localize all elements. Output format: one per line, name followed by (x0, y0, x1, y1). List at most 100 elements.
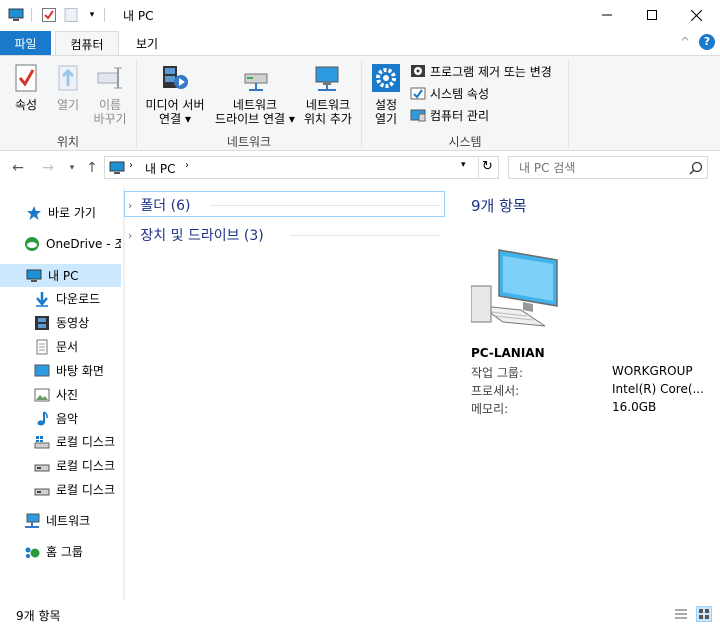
minimize-button[interactable] (584, 0, 629, 30)
refresh-icon[interactable]: ↻ (482, 159, 493, 174)
open-button[interactable]: 열기 (48, 62, 88, 112)
computer-icon[interactable] (8, 7, 24, 23)
uninstall-program-button[interactable]: 프로그램 제거 또는 변경 (410, 61, 552, 81)
settings-label-line1: 설정 (374, 98, 398, 112)
nav-local-disk-3[interactable]: 로컬 디스크 (0, 478, 121, 501)
breadcrumb-this-pc[interactable]: 내 PC (145, 160, 175, 177)
nav-onedrive[interactable]: OneDrive - 조 (0, 232, 121, 255)
recent-locations-chevron-icon[interactable]: ▾ (64, 160, 80, 176)
picture-icon (34, 388, 50, 401)
homegroup-icon (25, 547, 40, 558)
add-location-label-line1: 네트워크 (305, 98, 351, 112)
minimize-icon (601, 14, 612, 16)
properties-button[interactable]: 속성 (4, 62, 48, 112)
nav-downloads[interactable]: 다운로드 (0, 287, 121, 310)
collapse-ribbon-icon[interactable]: ^ (680, 35, 690, 49)
back-arrow-icon[interactable]: ← (10, 160, 26, 176)
search-input[interactable] (519, 159, 679, 176)
media-server-icon (159, 62, 191, 94)
divider (31, 8, 32, 22)
forward-arrow-icon[interactable]: → (40, 160, 56, 176)
properties-check-icon[interactable] (41, 7, 57, 23)
open-icon (52, 62, 84, 94)
customize-quick-access-icon[interactable]: ▾ (84, 7, 100, 23)
memory-value: 16.0GB (612, 400, 657, 414)
nav-pictures[interactable]: 사진 (0, 383, 121, 406)
rename-label-line1: 이름 (98, 98, 122, 112)
nav-quick-access[interactable]: 바로 가기 (0, 201, 121, 224)
tab-computer[interactable]: 컴퓨터 (55, 31, 119, 56)
tab-view[interactable]: 보기 (125, 31, 169, 55)
computer-management-label: 컴퓨터 관리 (430, 108, 490, 123)
system-properties-button[interactable]: 시스템 속성 (410, 83, 489, 103)
new-folder-icon[interactable] (63, 7, 79, 23)
tab-file[interactable]: 파일 (0, 31, 51, 55)
processor-label: 프로세서: (471, 384, 520, 398)
divider (104, 8, 105, 22)
nav-local-disk-2[interactable]: 로컬 디스크 (0, 454, 121, 477)
drive-icon (34, 464, 50, 471)
nav-documents[interactable]: 문서 (0, 335, 121, 358)
search-icon[interactable] (689, 161, 703, 175)
add-network-location-button[interactable]: 네트워크 위치 추가 (300, 62, 356, 126)
properties-label: 속성 (14, 98, 38, 112)
breadcrumb-separator-icon[interactable]: › (129, 160, 133, 171)
maximize-icon (646, 10, 657, 20)
nav-desktop[interactable]: 바탕 화면 (0, 359, 121, 382)
open-settings-button[interactable]: 설정 열기 (366, 62, 406, 126)
address-dropdown-icon[interactable]: ▾ (461, 160, 466, 170)
title-bar: ▾ 내 PC (0, 0, 720, 31)
windows-drive-icon (34, 435, 50, 448)
status-bar: 9개 항목 (0, 603, 720, 626)
nav-music[interactable]: 음악 (0, 407, 121, 430)
properties-icon (10, 62, 42, 94)
drive-icon (34, 488, 50, 495)
computer-icon (109, 161, 125, 174)
large-icons-view-icon[interactable] (696, 606, 712, 622)
nav-network[interactable]: 네트워크 (0, 509, 121, 532)
ribbon: 속성 열기 이름 바꾸기 위치 미디어 서버 연결 ▾ 네트워크 드라이브 연결… (0, 55, 720, 151)
star-icon (27, 205, 41, 220)
document-icon (36, 339, 48, 354)
group-header-folders[interactable]: › 폴더 (6) (128, 195, 190, 215)
status-item-count: 9개 항목 (16, 609, 61, 623)
nav-local-disk-1[interactable]: 로컬 디스크 (0, 430, 121, 453)
open-label: 열기 (56, 98, 80, 112)
help-icon[interactable]: ? (699, 34, 715, 50)
computer-management-icon (410, 109, 426, 122)
details-count: 9개 항목 (471, 197, 527, 215)
rename-button[interactable]: 이름 바꾸기 (88, 62, 132, 126)
onedrive-cloud-icon (25, 236, 39, 251)
rename-icon (94, 62, 126, 94)
nav-this-pc[interactable]: 내 PC (0, 264, 121, 287)
details-view-icon[interactable] (674, 607, 688, 621)
map-drive-label-line1: 네트워크 (232, 98, 278, 112)
expand-chevron-icon[interactable]: › (128, 229, 132, 242)
address-bar[interactable]: › 내 PC › ▾ ↻ (104, 156, 499, 179)
breadcrumb-separator-icon[interactable]: › (185, 160, 189, 171)
download-arrow-icon (36, 291, 48, 307)
computer-management-button[interactable]: 컴퓨터 관리 (410, 105, 489, 125)
uninstall-label: 프로그램 제거 또는 변경 (430, 64, 552, 79)
maximize-button[interactable] (629, 0, 674, 30)
network-drive-icon (239, 62, 271, 94)
memory-label: 메모리: (471, 402, 509, 416)
media-server-button[interactable]: 미디어 서버 연결 ▾ (142, 62, 208, 126)
close-button[interactable] (674, 0, 719, 30)
pane-splitter[interactable] (123, 188, 125, 600)
map-network-drive-button[interactable]: 네트워크 드라이브 연결 ▾ (210, 62, 300, 126)
nav-videos[interactable]: 동영상 (0, 311, 121, 334)
expand-chevron-icon[interactable]: › (128, 199, 132, 212)
network-location-icon (312, 62, 344, 94)
search-box[interactable] (508, 156, 708, 179)
ribbon-tabs: 파일 컴퓨터 보기 ^ ? (0, 31, 720, 56)
nav-homegroup[interactable]: 홈 그룹 (0, 540, 121, 563)
media-server-label-line2: 연결 ▾ (159, 112, 191, 126)
up-arrow-icon[interactable]: ↑ (84, 160, 100, 176)
computer-icon (26, 269, 42, 282)
media-server-label-line1: 미디어 서버 (145, 98, 205, 112)
pc-name: PC-LANIAN (471, 346, 545, 360)
gear-icon (370, 62, 402, 94)
map-drive-label-line2: 드라이브 연결 ▾ (215, 112, 295, 126)
group-header-devices[interactable]: › 장치 및 드라이브 (3) (128, 225, 264, 245)
